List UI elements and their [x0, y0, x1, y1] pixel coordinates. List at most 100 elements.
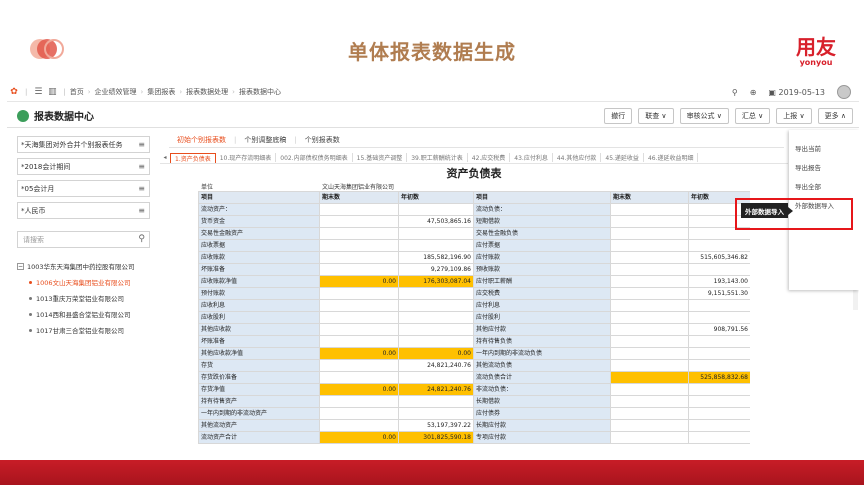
- value-cell[interactable]: 515,605,346.82: [688, 251, 750, 264]
- value-cell[interactable]: 53,197,397.22: [398, 419, 474, 432]
- menu-item-export-all[interactable]: 导出全部: [789, 176, 859, 195]
- value-cell[interactable]: [398, 227, 474, 240]
- value-cell[interactable]: [688, 359, 750, 372]
- value-cell[interactable]: 24,821,240.76: [398, 383, 474, 396]
- value-cell[interactable]: [319, 215, 399, 228]
- search-icon[interactable]: ⚲: [732, 88, 738, 97]
- query-button[interactable]: 联查 ∨: [638, 108, 674, 124]
- value-cell[interactable]: [610, 275, 689, 288]
- value-cell[interactable]: [610, 431, 689, 444]
- value-cell[interactable]: [610, 227, 689, 240]
- value-cell[interactable]: 0.00: [319, 275, 399, 288]
- sheet-tab[interactable]: 1.资产负债表: [170, 152, 216, 163]
- value-cell[interactable]: [319, 395, 399, 408]
- value-cell[interactable]: 9,151,551.30: [688, 287, 750, 300]
- calendar-date[interactable]: ▣ 2019-05-13: [768, 88, 825, 97]
- value-cell[interactable]: [688, 335, 750, 348]
- sheet-tab[interactable]: 43.应付利息: [510, 153, 553, 162]
- tree-node[interactable]: 1017甘肃三合堂铝业有限公司: [17, 322, 159, 338]
- value-cell[interactable]: [319, 311, 399, 324]
- value-cell[interactable]: 301,825,590.18: [398, 431, 474, 444]
- value-cell[interactable]: 47,503,865.16: [398, 215, 474, 228]
- value-cell[interactable]: 0.00: [319, 347, 399, 360]
- value-cell[interactable]: [398, 323, 474, 336]
- value-cell[interactable]: [319, 419, 399, 432]
- tab-adjust-draft[interactable]: 个别调整底稿: [236, 135, 294, 145]
- value-cell[interactable]: [610, 323, 689, 336]
- value-cell[interactable]: [688, 383, 750, 396]
- value-cell[interactable]: [610, 371, 689, 384]
- value-cell[interactable]: [319, 371, 399, 384]
- value-cell[interactable]: [688, 239, 750, 252]
- breadcrumb-data-center[interactable]: 报表数据中心: [239, 87, 281, 97]
- value-cell[interactable]: [688, 263, 750, 276]
- tree-node-root[interactable]: −1003华东天海集团中药控股有限公司: [17, 258, 159, 274]
- breadcrumb-group-report[interactable]: 集团报表: [147, 87, 175, 97]
- avatar[interactable]: [837, 85, 851, 99]
- value-cell[interactable]: 525,858,832.68: [688, 371, 750, 384]
- value-cell[interactable]: [398, 311, 474, 324]
- value-cell[interactable]: [688, 407, 750, 420]
- value-cell[interactable]: [688, 419, 750, 432]
- value-cell[interactable]: [398, 239, 474, 252]
- value-cell[interactable]: [610, 359, 689, 372]
- value-cell[interactable]: [319, 407, 399, 420]
- breadcrumb-performance[interactable]: 企业绩效管理: [95, 87, 137, 97]
- value-cell[interactable]: [610, 383, 689, 396]
- value-cell[interactable]: 0.00: [319, 383, 399, 396]
- value-cell[interactable]: 908,791.56: [688, 323, 750, 336]
- value-cell[interactable]: [688, 347, 750, 360]
- value-cell[interactable]: [319, 287, 399, 300]
- undo-row-button[interactable]: 撤行: [604, 108, 633, 124]
- report-up-button[interactable]: 上报 ∨: [776, 108, 812, 124]
- audit-formula-button[interactable]: 审核公式 ∨: [679, 108, 729, 124]
- value-cell[interactable]: [610, 287, 689, 300]
- value-cell[interactable]: 176,303,087.04: [398, 275, 474, 288]
- value-cell[interactable]: [610, 251, 689, 264]
- value-cell[interactable]: 9,279,109.86: [398, 263, 474, 276]
- value-cell[interactable]: [610, 311, 689, 324]
- breadcrumb-data-processing[interactable]: 报表数据处理: [186, 87, 228, 97]
- summary-button[interactable]: 汇总 ∨: [734, 108, 771, 124]
- add-icon[interactable]: ⊕: [750, 88, 757, 97]
- search-icon[interactable]: ⚲: [138, 234, 145, 244]
- value-cell[interactable]: [398, 203, 474, 216]
- sheet-tab[interactable]: 10.现产存流明细表: [216, 153, 277, 162]
- sheet-tab[interactable]: 15.基础资产调整: [353, 153, 408, 162]
- collapse-icon[interactable]: −: [17, 262, 24, 270]
- value-cell[interactable]: [398, 299, 474, 312]
- value-cell[interactable]: [688, 431, 750, 444]
- value-cell[interactable]: [319, 239, 399, 252]
- chevron-left-icon[interactable]: ◂: [160, 154, 170, 161]
- value-cell[interactable]: [610, 407, 689, 420]
- currency-select[interactable]: *人民币 ≡: [17, 202, 150, 219]
- sheet-tab[interactable]: 45.递延收益: [601, 153, 644, 162]
- value-cell[interactable]: [398, 287, 474, 300]
- breadcrumb-home[interactable]: 首页: [70, 87, 84, 97]
- value-cell[interactable]: [319, 263, 399, 276]
- sheet-tab[interactable]: 002.内部债权债务明细表: [276, 153, 353, 162]
- menu-item-export-report[interactable]: 导出报告: [789, 157, 859, 176]
- value-cell[interactable]: [319, 323, 399, 336]
- value-cell[interactable]: [319, 203, 399, 216]
- value-cell[interactable]: [319, 299, 399, 312]
- app-launcher-icon[interactable]: ✿: [7, 87, 21, 97]
- value-cell[interactable]: [688, 311, 750, 324]
- value-cell[interactable]: [610, 347, 689, 360]
- value-cell[interactable]: [319, 359, 399, 372]
- tree-node[interactable]: 1013重庆万荣堂铝业有限公司: [17, 290, 159, 306]
- value-cell[interactable]: 193,143.00: [688, 275, 750, 288]
- value-cell[interactable]: [398, 407, 474, 420]
- sheet-tab[interactable]: 44.其他应付款: [553, 153, 602, 162]
- tab-individual-report[interactable]: 个别报表数: [297, 135, 348, 145]
- value-cell[interactable]: [610, 203, 689, 216]
- value-cell[interactable]: 185,582,196.90: [398, 251, 474, 264]
- tab-initial-report[interactable]: 初始个别报表数: [169, 135, 234, 145]
- value-cell[interactable]: [319, 335, 399, 348]
- month-select[interactable]: *05会计月 ≡: [17, 180, 150, 197]
- value-cell[interactable]: [398, 371, 474, 384]
- value-cell[interactable]: 24,821,240.76: [398, 359, 474, 372]
- period-select[interactable]: *2018会计期间 ≡: [17, 158, 150, 175]
- value-cell[interactable]: [398, 395, 474, 408]
- value-cell[interactable]: 0.00: [398, 347, 474, 360]
